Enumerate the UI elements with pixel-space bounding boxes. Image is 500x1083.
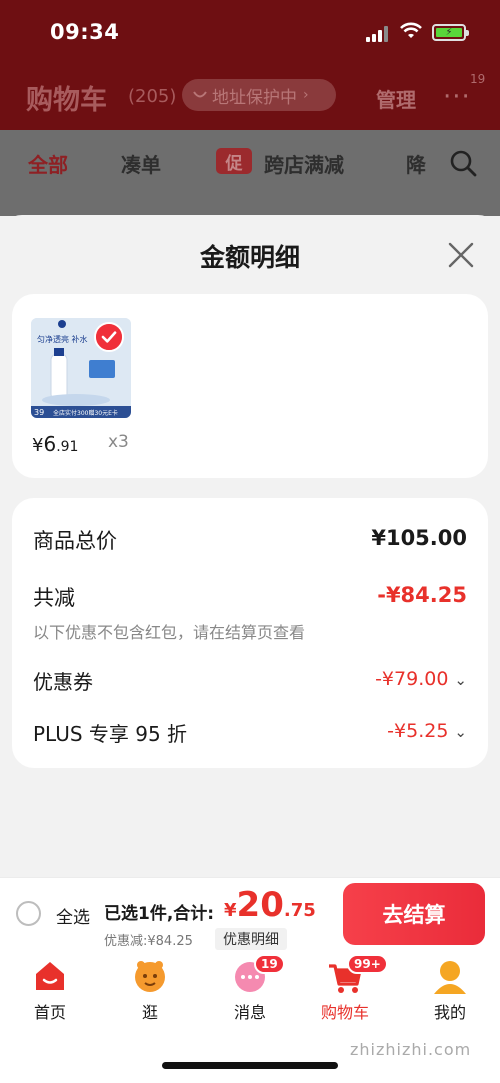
total-amount: ¥20.75 xyxy=(224,885,316,925)
tab-messages-label: 消息 xyxy=(233,1003,266,1022)
cart-title: 购物车 xyxy=(26,85,107,116)
tab-messages[interactable]: 19 消息 xyxy=(205,954,295,1023)
search-icon[interactable] xyxy=(449,149,477,177)
cellular-signal-icon xyxy=(366,26,388,42)
discount-summary: 优惠减:¥84.25 xyxy=(104,934,193,949)
coupon-value: -¥79.00 xyxy=(375,668,449,690)
reduction-value: -¥84.25 xyxy=(377,583,467,607)
product-price-integer: 6 xyxy=(43,432,57,456)
subtotal-value: ¥105.00 xyxy=(371,526,467,550)
subtotal-label: 商品总价 xyxy=(33,529,117,553)
coupon-label: 优惠券 xyxy=(33,670,93,694)
product-quantity: x3 xyxy=(108,432,129,452)
cart-badge: 99+ xyxy=(347,954,388,974)
total-integer: 20 xyxy=(236,885,284,925)
selected-summary: 已选1件,合计: xyxy=(104,904,215,924)
chevron-down-icon: ⌄ xyxy=(454,723,467,741)
select-all-label[interactable]: 全选 xyxy=(56,903,90,928)
address-protection-pill[interactable]: 地址保护中 › xyxy=(182,79,336,111)
promo-tag: 促 xyxy=(216,148,252,174)
watermark: zhizhizhi.com xyxy=(350,1040,472,1059)
tab-cart[interactable]: 99+ 购物车 xyxy=(300,954,390,1023)
battery-icon: ⚡ xyxy=(432,24,469,41)
tab-price-drop[interactable]: 降 xyxy=(406,149,426,178)
address-protection-label: 地址保护中 xyxy=(212,87,297,108)
product-price-decimal: .91 xyxy=(56,439,79,455)
checkout-button[interactable]: 去结算 xyxy=(343,883,485,945)
browse-icon xyxy=(135,961,165,992)
smile-icon xyxy=(193,91,207,98)
tab-mine[interactable]: 我的 xyxy=(405,956,495,1023)
chevron-down-icon: ⌄ xyxy=(454,671,467,689)
discount-detail-button[interactable]: 优惠明细 xyxy=(215,928,287,950)
product-thumb-text: 匀净透亮 补水 xyxy=(37,334,88,344)
plus-discount-value: -¥5.25 xyxy=(387,720,449,742)
wifi-icon xyxy=(400,22,422,38)
manage-button[interactable]: 管理 xyxy=(376,84,416,113)
tab-bundle[interactable]: 凑单 xyxy=(121,149,161,178)
home-icon xyxy=(36,962,64,990)
tab-cross-store[interactable]: 跨店满减 xyxy=(264,149,344,178)
total-symbol: ¥ xyxy=(224,900,237,921)
product-thumb-banner: 全店实付300赠30元E卡 xyxy=(53,409,118,417)
tab-home-label: 首页 xyxy=(33,1003,66,1022)
product-thumb-price-tag: 39 xyxy=(34,408,44,417)
more-menu-icon[interactable]: ··· xyxy=(443,82,471,112)
tab-all[interactable]: 全部 xyxy=(28,149,68,178)
status-time: 09:34 xyxy=(50,20,120,44)
tab-home[interactable]: 首页 xyxy=(5,956,95,1023)
messages-badge: 19 xyxy=(254,954,285,974)
tab-browse[interactable]: 逛 xyxy=(105,956,195,1023)
plus-discount-label: PLUS 专享 95 折 xyxy=(33,722,188,746)
reduction-note: 以下优惠不包含红包，请在结算页查看 xyxy=(33,623,306,642)
sheet-title: 金额明细 xyxy=(199,243,300,272)
chevron-right-icon: › xyxy=(303,87,309,103)
home-indicator xyxy=(162,1062,338,1069)
profile-icon xyxy=(434,961,466,994)
tab-cart-label: 购物车 xyxy=(320,1003,369,1022)
cart-count: (205) xyxy=(128,86,177,107)
status-bar: 09:34 ⚡ xyxy=(0,0,500,62)
coupon-row-value[interactable]: -¥79.00 ⌄ xyxy=(375,668,467,690)
plus-discount-row-value[interactable]: -¥5.25 ⌄ xyxy=(387,720,467,742)
more-menu-badge: 19 xyxy=(470,72,486,86)
product-price: ¥6.91 xyxy=(32,432,78,456)
total-decimal: .75 xyxy=(283,900,316,921)
product-price-symbol: ¥ xyxy=(32,435,44,456)
tab-browse-label: 逛 xyxy=(141,1003,158,1022)
selected-check-icon xyxy=(94,322,124,352)
close-icon[interactable] xyxy=(446,240,476,270)
tab-mine-label: 我的 xyxy=(433,1003,466,1022)
select-all-radio[interactable] xyxy=(16,901,41,926)
reduction-label: 共减 xyxy=(33,586,75,610)
